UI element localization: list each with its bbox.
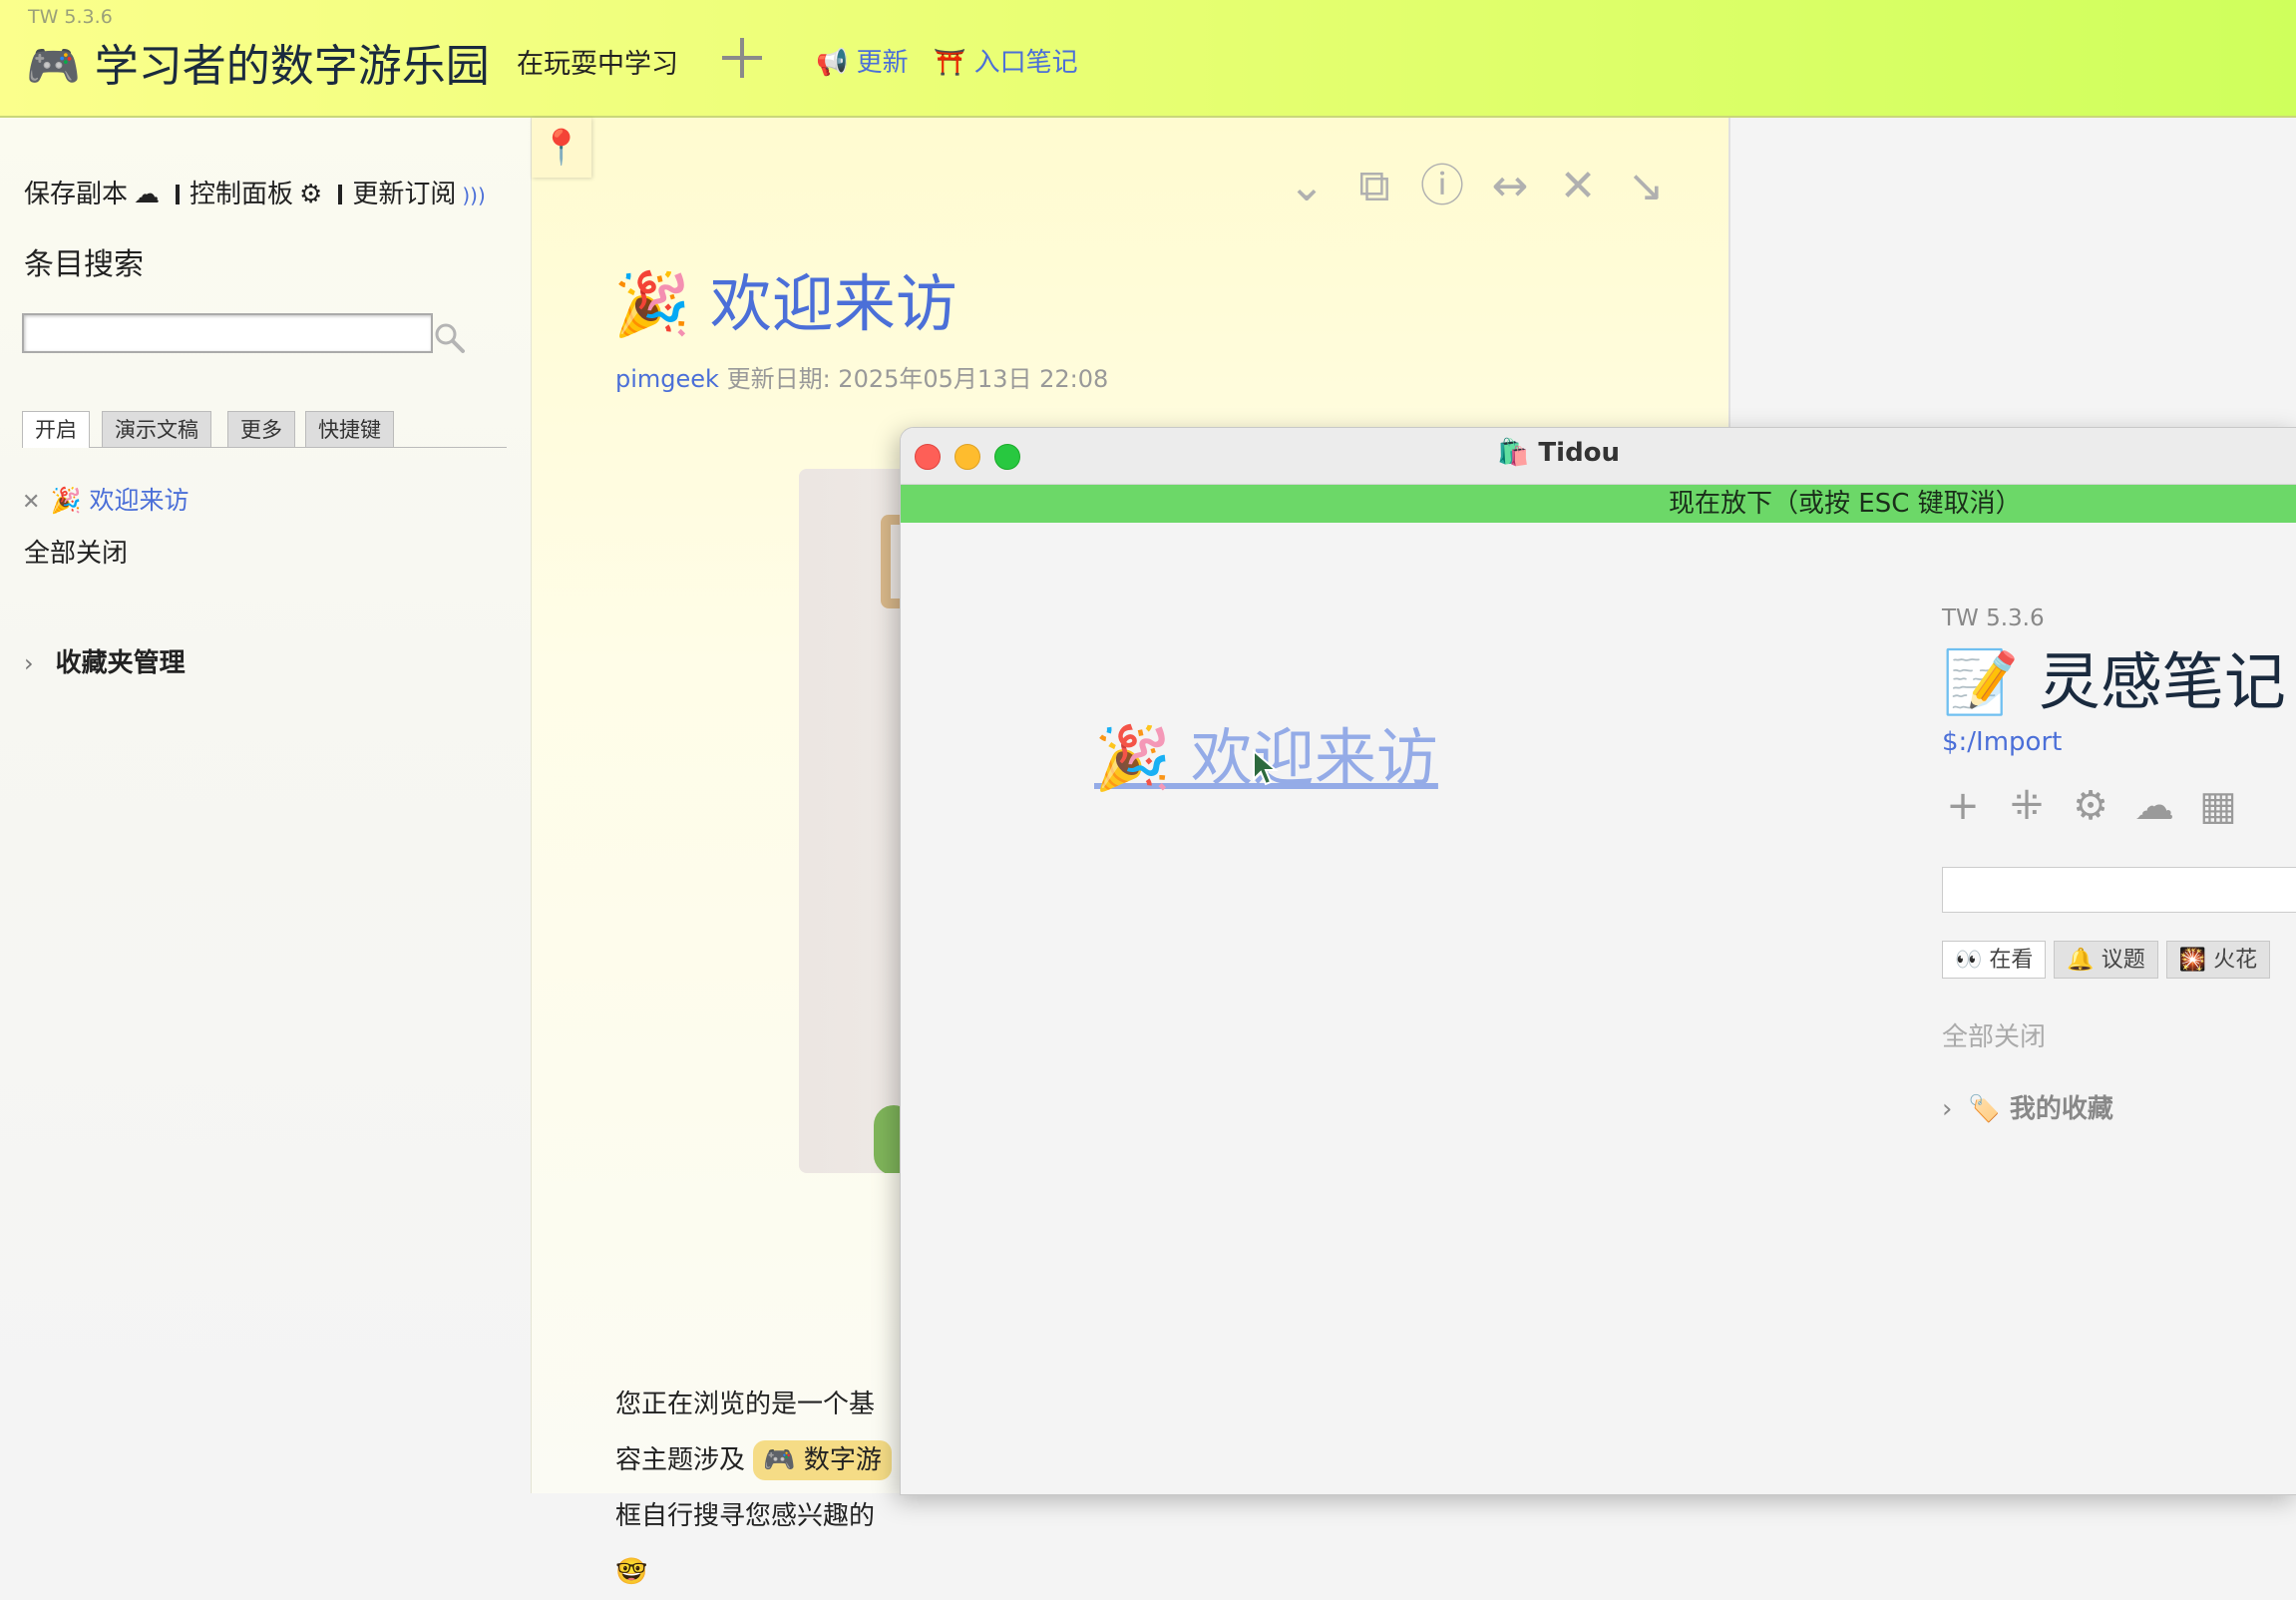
- site-subtitle: 在玩耍中学习: [517, 49, 678, 80]
- cloud-icon[interactable]: ☁: [2133, 785, 2175, 827]
- open-item[interactable]: ✕ 🎉 欢迎来访: [22, 481, 190, 517]
- tag-pill[interactable]: 🎮 数字游: [753, 1440, 892, 1480]
- my-favorites-toggle[interactable]: › 🏷️ 我的收藏: [1942, 1088, 2113, 1125]
- tab-watching[interactable]: 👀 在看: [1942, 941, 2047, 979]
- drop-zone-banner[interactable]: 现在放下（或按 ESC 键取消）: [901, 485, 2296, 523]
- more-actions-icon[interactable]: ↘: [1621, 162, 1671, 211]
- inner-tabs: 👀 在看 🔔 议题 🎇 火花: [1942, 941, 2271, 979]
- search-heading: 条目搜索: [24, 247, 144, 282]
- chevron-right-icon: ›: [1942, 1094, 1953, 1124]
- open-item-label[interactable]: 🎉 欢迎来访: [50, 486, 189, 515]
- cloud-icon[interactable]: ☁: [134, 180, 160, 209]
- window-titlebar[interactable]: 🛍️ Tidou: [901, 428, 2296, 485]
- update-feed-button[interactable]: 更新订阅: [352, 180, 456, 209]
- tab-slides[interactable]: 演示文稿: [102, 411, 211, 447]
- body-emoji: 🤓: [615, 1557, 648, 1587]
- tw-version: TW 5.3.6: [28, 6, 113, 28]
- cursor-arrow-icon: [1253, 749, 1279, 786]
- entry-notes-link[interactable]: ⛩️ 入口笔记: [934, 42, 1078, 79]
- body-line: 您正在浏览的是一个基: [615, 1390, 876, 1419]
- update-link[interactable]: 📢 更新: [816, 42, 909, 79]
- body-line: 框自行搜寻您感兴趣的: [615, 1501, 876, 1531]
- tiddler-toolbar: ⌄ ⧉ ⓘ ↔ ✕ ↘: [1282, 162, 1671, 211]
- close-tiddler-icon[interactable]: ✕: [1553, 162, 1603, 211]
- fold-chevron-icon[interactable]: ⌄: [1282, 162, 1332, 211]
- chevron-right-icon: ›: [24, 649, 34, 677]
- tab-open[interactable]: 开启: [22, 411, 90, 448]
- fav-manager-label: 收藏夹管理: [55, 648, 186, 678]
- close-icon[interactable]: ✕: [22, 490, 40, 515]
- tiddler-title: 🎉 欢迎来访: [613, 267, 957, 340]
- new-tiddler-plus-icon[interactable]: [720, 36, 764, 80]
- sidebar-tabs: 开启 演示文稿 更多 快捷键: [22, 411, 507, 448]
- inner-title: 📝 灵感笔记: [1942, 645, 2286, 718]
- tiddler-meta: pimgeek 更新日期: 2025年05月13日 22:08: [615, 359, 1108, 394]
- author-link[interactable]: pimgeek: [615, 365, 719, 393]
- inner-close-all[interactable]: 全部关闭: [1942, 1016, 2046, 1053]
- gear-icon[interactable]: ⚙: [2070, 785, 2111, 827]
- search-input[interactable]: [22, 313, 433, 353]
- inner-search-input[interactable]: [1942, 867, 2296, 913]
- import-link[interactable]: $:/Import: [1942, 727, 2296, 757]
- tidou-window: 🛍️ Tidou 现在放下（或按 ESC 键取消） 🎉 欢迎来访 TW 5.3.…: [900, 427, 2296, 1495]
- top-bar: TW 5.3.6 🎮 学习者的数字游乐园 在玩耍中学习 📢 更新 ⛩️ 入口笔记: [0, 0, 2296, 118]
- my-favorites-label: 🏷️ 我的收藏: [1968, 1094, 2113, 1124]
- close-all-icon[interactable]: ⁜: [2006, 785, 2048, 827]
- clone-icon[interactable]: ⧉: [1349, 162, 1399, 211]
- tab-sparks[interactable]: 🎇 火花: [2165, 941, 2271, 979]
- drop-message: 现在放下（或按 ESC 键取消）: [1669, 489, 2022, 519]
- sidebar: 保存副本 ☁ 控制面板 ⚙ 更新订阅))) 条目搜索 开启 演示文稿 更多 快捷键 ✕ 🎉…: [0, 118, 531, 1493]
- inner-sidebar: TW 5.3.6 📝 灵感笔记 $:/Import + ⁜ ⚙ ☁ ▦ 👀 在看…: [1942, 605, 2296, 1124]
- modified-date: 更新日期: 2025年05月13日 22:08: [726, 365, 1109, 393]
- site-title[interactable]: 🎮 学习者的数字游乐园: [26, 30, 490, 94]
- inner-toolbar: + ⁜ ⚙ ☁ ▦: [1942, 785, 2239, 827]
- search-icon[interactable]: [433, 321, 467, 355]
- separator: [176, 185, 181, 204]
- sidebar-actions: 保存副本 ☁ 控制面板 ⚙ 更新订阅))): [24, 174, 492, 210]
- plus-icon[interactable]: +: [1942, 785, 1984, 827]
- info-icon[interactable]: ⓘ: [1417, 162, 1467, 211]
- rss-icon[interactable]: ))): [462, 184, 485, 207]
- qr-code-icon[interactable]: ▦: [2197, 785, 2239, 827]
- tab-more[interactable]: 更多: [227, 411, 295, 447]
- tiddler-body: 您正在浏览的是一个基 容主题涉及 🎮 数字游 框自行搜寻您感兴趣的 🤓: [615, 1377, 892, 1600]
- tab-topics[interactable]: 🔔 议题: [2054, 941, 2158, 979]
- fav-manager-toggle[interactable]: › 收藏夹管理: [24, 642, 186, 679]
- gear-icon[interactable]: ⚙: [299, 180, 322, 209]
- separator: [338, 185, 343, 204]
- pin-icon[interactable]: 📍: [532, 118, 591, 178]
- body-line: 容主题涉及 🎮 数字游: [615, 1432, 892, 1488]
- tab-shortcuts[interactable]: 快捷键: [305, 411, 394, 447]
- width-icon[interactable]: ↔: [1485, 162, 1535, 211]
- control-panel-button[interactable]: 控制面板: [190, 180, 293, 209]
- window-title: 🛍️ Tidou: [1497, 438, 1621, 468]
- close-all-button[interactable]: 全部关闭: [24, 533, 128, 570]
- inner-version: TW 5.3.6: [1942, 605, 2045, 631]
- save-copy-button[interactable]: 保存副本: [24, 180, 128, 209]
